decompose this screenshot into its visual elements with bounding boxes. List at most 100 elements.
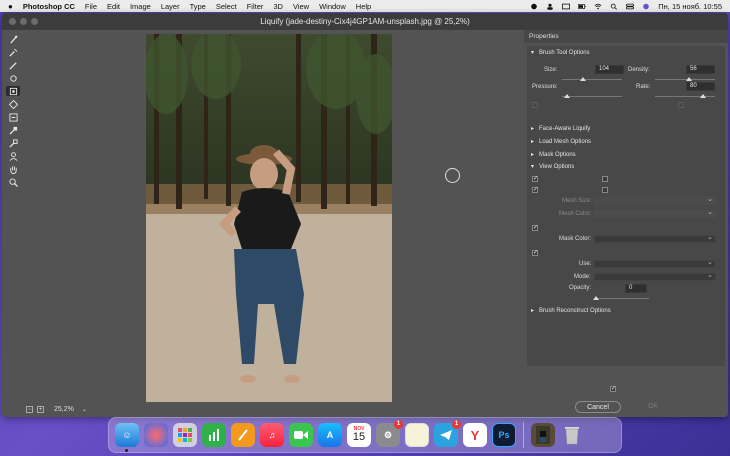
apple-menu-icon[interactable]: ● [8,2,13,11]
preview-image[interactable] [146,34,392,402]
app-store-icon[interactable]: A [318,423,342,447]
menu-filter[interactable]: Filter [247,2,264,11]
dock: ☺ ♫ A NOV 15 ⚙ 1 1 Y Ps [108,417,622,453]
user-icon[interactable] [546,3,554,10]
preview-checkbox[interactable]: ✓ [610,386,616,392]
bloat-tool-icon[interactable] [6,99,20,109]
menu-layer[interactable]: Layer [161,2,180,11]
section-view-options[interactable]: ▾ View Options [531,163,574,170]
properties-header: Properties [524,30,728,43]
rate-slider[interactable] [655,96,715,97]
pages-icon[interactable] [231,423,255,447]
push-left-tool-icon[interactable] [6,112,20,122]
music-icon[interactable]: ♫ [260,423,284,447]
density-input[interactable]: 56 [686,65,715,74]
minimize-button[interactable] [20,18,27,25]
size-slider-knob[interactable] [580,77,586,81]
collapsed-triangle-icon: ▸ [531,308,535,314]
zoom-out-button[interactable]: − [26,406,33,413]
freeze-mask-tool-icon[interactable] [6,125,20,135]
show-mask-checkbox[interactable]: ✓ [532,225,538,231]
mode-dropdown[interactable] [594,271,716,281]
section-mask-options[interactable]: ▸ Mask Options [531,151,576,158]
siri-icon[interactable] [642,3,650,10]
telegram-icon[interactable]: 1 [434,420,461,447]
rate-slider-knob[interactable] [700,94,706,98]
trash-icon[interactable] [560,423,584,447]
menu-image[interactable]: Image [130,2,151,11]
pressure-slider[interactable] [562,96,622,97]
mask-color-dropdown[interactable] [594,233,716,243]
show-mesh-checkbox[interactable] [602,187,608,193]
smooth-tool-icon[interactable] [6,60,20,70]
preview-canvas[interactable] [24,30,521,402]
cancel-button[interactable]: Cancel [575,401,621,413]
opacity-slider-knob[interactable] [593,296,599,300]
app-menu[interactable]: Photoshop CC [23,2,75,11]
wifi-icon[interactable] [594,3,602,10]
size-input[interactable]: 104 [595,65,624,74]
thaw-mask-tool-icon[interactable] [6,138,20,148]
launchpad-icon[interactable] [173,423,197,447]
system-preferences-icon[interactable]: ⚙ 1 [376,420,403,447]
yandex-browser-icon[interactable]: Y [463,423,487,447]
reconstruct-tool-icon[interactable] [6,47,20,57]
photo-illustration [146,34,392,402]
control-center-icon[interactable] [626,3,635,10]
pin-edges-checkbox[interactable] [678,102,684,108]
menu-type[interactable]: Type [190,2,206,11]
calendar-icon[interactable]: NOV 15 [347,423,371,447]
stylus-pressure-checkbox[interactable] [532,102,538,108]
twirl-tool-icon[interactable] [6,73,20,83]
zoom-button[interactable] [31,18,38,25]
pucker-tool-icon[interactable] [6,86,20,96]
battery-icon[interactable] [578,3,586,10]
finder-icon[interactable]: ☺ [115,423,139,452]
numbers-icon[interactable] [202,423,226,447]
section-brush-reconstruct-options[interactable]: ▸ Brush Reconstruct Options [531,307,611,314]
keyboard-icon[interactable] [562,3,571,10]
properties-panel: Properties ▾ Brush Tool Options Size: 104… [524,30,728,417]
mesh-size-dropdown[interactable] [594,195,716,205]
notes-icon[interactable] [405,423,429,447]
menu-file[interactable]: File [85,2,97,11]
zoom-dropdown-icon[interactable]: ⌄ [82,406,87,413]
section-load-mesh-options[interactable]: ▸ Load Mesh Options [531,138,591,145]
show-guides-checkbox[interactable]: ✓ [532,176,538,182]
clock[interactable]: Пн, 15 нояб. 10:55 [658,2,722,11]
forward-warp-tool-icon[interactable] [6,34,20,44]
photoshop-icon[interactable]: Ps [492,423,516,447]
menu-edit[interactable]: Edit [107,2,120,11]
menu-view[interactable]: View [293,2,309,11]
ok-button[interactable]: OK [636,401,670,413]
pressure-slider-knob[interactable] [564,94,570,98]
show-image-checkbox[interactable]: ✓ [532,187,538,193]
expanded-triangle-icon: ▾ [531,50,535,56]
mesh-color-dropdown[interactable] [594,208,716,218]
size-slider[interactable] [562,79,622,80]
recent-image-icon[interactable] [531,423,555,447]
section-brush-tool-options[interactable]: ▾ Brush Tool Options [531,49,590,56]
zoom-tool-icon[interactable] [6,177,20,187]
opacity-input[interactable]: 0 [625,284,647,293]
siri-app-icon[interactable] [144,423,168,447]
zoom-level[interactable]: 25,2% [54,406,74,413]
show-backdrop-checkbox[interactable]: ✓ [532,250,538,256]
rate-input[interactable]: 80 [686,82,715,91]
menu-window[interactable]: Window [319,2,346,11]
show-face-overlay-checkbox[interactable] [602,176,608,182]
close-button[interactable] [9,18,16,25]
hand-tool-icon[interactable] [6,164,20,174]
menu-help[interactable]: Help [356,2,371,11]
face-tool-icon[interactable] [6,151,20,161]
creative-cloud-icon[interactable] [530,3,538,10]
density-slider-knob[interactable] [685,77,692,81]
facetime-icon[interactable] [289,423,313,447]
use-dropdown[interactable] [594,258,716,268]
menu-select[interactable]: Select [216,2,237,11]
zoom-in-button[interactable]: + [37,406,44,413]
opacity-slider[interactable] [594,298,649,299]
section-face-aware-liquify[interactable]: ▸ Face-Aware Liquify [531,125,590,132]
menu-3d[interactable]: 3D [273,2,283,11]
search-icon[interactable] [610,3,618,10]
